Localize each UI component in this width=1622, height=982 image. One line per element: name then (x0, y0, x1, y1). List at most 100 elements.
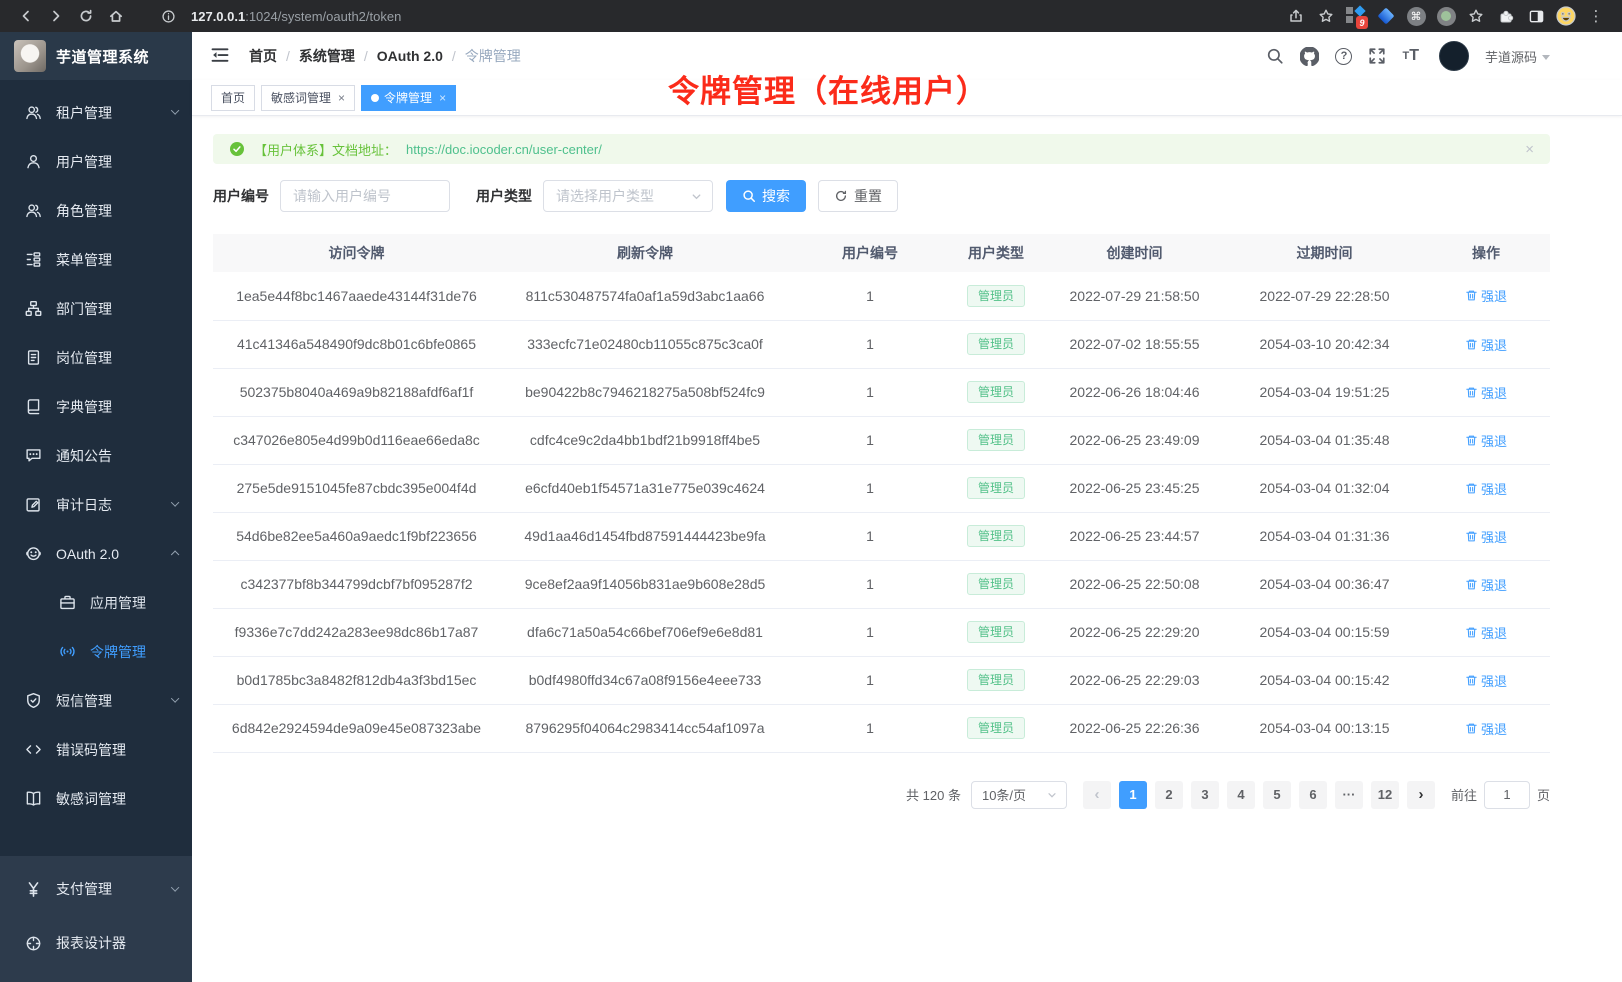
sidebar-item-errcode[interactable]: 错误码管理 (0, 725, 192, 774)
page-button-6[interactable]: 6 (1299, 781, 1327, 809)
force-logout-button[interactable]: 强退 (1465, 431, 1507, 450)
force-logout-button[interactable]: 强退 (1465, 286, 1507, 305)
cell-user-type: 管理员 (950, 560, 1042, 608)
more-pages-button[interactable]: ··· (1335, 781, 1363, 809)
next-page-button[interactable]: › (1407, 781, 1435, 809)
active-dot-icon (371, 94, 379, 102)
force-logout-button[interactable]: 强退 (1465, 527, 1507, 546)
sidebar-item-report[interactable]: 报表设计器 (0, 916, 192, 970)
help-icon[interactable]: ? (1335, 48, 1352, 65)
sidebar-item-dict[interactable]: 字典管理 (0, 382, 192, 431)
page-buttons: ‹ 123456···12› (1083, 781, 1435, 809)
sidebar-item-app[interactable]: 应用管理 (0, 578, 192, 627)
cell-actions: 强退 (1422, 560, 1550, 608)
tab-token-management[interactable]: 令牌管理× (361, 85, 456, 111)
font-size-icon[interactable]: TT (1402, 48, 1419, 64)
force-logout-button[interactable]: 强退 (1465, 479, 1507, 498)
alert-close-icon[interactable]: × (1525, 141, 1534, 158)
page-button-1[interactable]: 1 (1119, 781, 1147, 809)
address-bar[interactable]: 127.0.0.1:1024/system/oauth2/token (191, 9, 401, 24)
page-button-12[interactable]: 12 (1371, 781, 1399, 809)
page-button-4[interactable]: 4 (1227, 781, 1255, 809)
gem-extension-icon[interactable] (1372, 2, 1400, 30)
green-star-extension-icon[interactable] (1462, 2, 1490, 30)
cell-refresh-token: dfa6c71a50a54c66bef706ef9e6e8d81 (500, 608, 790, 656)
browser-reload-icon[interactable] (72, 2, 100, 30)
sidebar-item-oauth[interactable]: OAuth 2.0 (0, 529, 192, 578)
filter-form: 用户编号 用户类型 请选择用户类型 搜索 重置 (213, 180, 1550, 212)
app-logo-row[interactable]: 芋道管理系统 (0, 32, 192, 80)
sidebar-item-notice[interactable]: 通知公告 (0, 431, 192, 480)
user-type-tag: 管理员 (967, 621, 1025, 643)
sidebar-item-post[interactable]: 岗位管理 (0, 333, 192, 382)
breadcrumb-home[interactable]: 首页 (249, 46, 277, 66)
sidebar-item-tenant[interactable]: 租户管理 (0, 88, 192, 137)
prev-page-button[interactable]: ‹ (1083, 781, 1111, 809)
sidebar-item-menu[interactable]: 菜单管理 (0, 235, 192, 284)
force-logout-button[interactable]: 强退 (1465, 623, 1507, 642)
browser-back-icon[interactable] (12, 2, 40, 30)
sidebar-item-sensitive[interactable]: 敏感词管理 (0, 774, 192, 823)
sidebar-item-pay[interactable]: 支付管理 (0, 862, 192, 916)
breadcrumb-system[interactable]: 系统管理 (299, 46, 355, 66)
sidebar-item-log[interactable]: 审计日志 (0, 480, 192, 529)
col-created-time: 创建时间 (1042, 234, 1227, 272)
page-size-select[interactable]: 10条/页 (971, 781, 1067, 809)
puzzle-extension-icon[interactable] (1492, 2, 1520, 30)
user-id-input[interactable] (280, 180, 450, 212)
table-row: 6d842e2924594de9a09e45e087323abe 8796295… (213, 704, 1550, 752)
cell-actions: 强退 (1422, 320, 1550, 368)
github-icon[interactable] (1300, 47, 1319, 66)
sidebar-item-sms[interactable]: 短信管理 (0, 676, 192, 725)
record-extension-icon[interactable] (1432, 2, 1460, 30)
force-logout-button[interactable]: 强退 (1465, 335, 1507, 354)
share-icon[interactable] (1282, 2, 1310, 30)
site-info-icon[interactable] (154, 2, 182, 30)
sidebar-item-user[interactable]: 用户管理 (0, 137, 192, 186)
browser-menu-icon[interactable]: ⋮ (1582, 2, 1610, 30)
sidebar-item-role[interactable]: 角色管理 (0, 186, 192, 235)
sidebar: 芋道管理系统 租户管理 用户管理 角色管理 菜单管理 部门管理 岗位管理 字典管… (0, 32, 192, 982)
force-logout-button[interactable]: 强退 (1465, 575, 1507, 594)
page-button-2[interactable]: 2 (1155, 781, 1183, 809)
cell-access-token: 275e5de9151045fe87cbdc395e004f4d (213, 464, 500, 512)
cell-access-token: f9336e7c7dd242a283ee98dc86b17a87 (213, 608, 500, 656)
goto-page-input[interactable] (1484, 781, 1530, 809)
user-avatar[interactable] (1439, 41, 1469, 71)
close-icon[interactable]: × (338, 92, 345, 104)
col-actions: 操作 (1422, 234, 1550, 272)
force-logout-button[interactable]: 强退 (1465, 719, 1507, 738)
search-icon[interactable] (1266, 47, 1284, 65)
refresh-icon (834, 189, 848, 203)
main-area: 首页/ 系统管理/ OAuth 2.0/ 令牌管理 ? TT 芋道源码 首页 (192, 32, 1622, 982)
cell-refresh-token: cdfc4ce9c2da4bb1bdf21b9918ff4be5 (500, 416, 790, 464)
sidebar-panel-icon[interactable] (1522, 2, 1550, 30)
sidebar-item-token[interactable]: 令牌管理 (0, 627, 192, 676)
tab-home[interactable]: 首页 (211, 85, 255, 111)
search-button[interactable]: 搜索 (726, 180, 806, 212)
close-icon[interactable]: × (439, 92, 446, 104)
browser-home-icon[interactable] (102, 2, 130, 30)
force-logout-button[interactable]: 强退 (1465, 671, 1507, 690)
browser-forward-icon[interactable] (42, 2, 70, 30)
bookmark-star-icon[interactable] (1312, 2, 1340, 30)
cell-user-id: 1 (790, 368, 950, 416)
sidebar-item-dept[interactable]: 部门管理 (0, 284, 192, 333)
page-button-5[interactable]: 5 (1263, 781, 1291, 809)
user-type-select[interactable]: 请选择用户类型 (543, 180, 713, 212)
reset-button[interactable]: 重置 (818, 180, 898, 212)
cell-created-time: 2022-06-25 22:29:03 (1042, 656, 1227, 704)
force-logout-button[interactable]: 强退 (1465, 383, 1507, 402)
fullscreen-icon[interactable] (1368, 47, 1386, 65)
page-button-3[interactable]: 3 (1191, 781, 1219, 809)
emoji-avatar-icon[interactable] (1552, 2, 1580, 30)
dept-icon (24, 300, 42, 318)
extension-blocks-icon[interactable]: 9 (1342, 2, 1370, 30)
collapse-sidebar-icon[interactable] (210, 45, 232, 67)
user-menu[interactable]: 芋道源码 (1485, 47, 1550, 66)
breadcrumb-oauth[interactable]: OAuth 2.0 (377, 48, 443, 64)
command-extension-icon[interactable]: ⌘ (1402, 2, 1430, 30)
tab-sensitive-words[interactable]: 敏感词管理× (261, 85, 355, 111)
user-type-tag: 管理员 (967, 477, 1025, 499)
doc-link[interactable]: https://doc.iocoder.cn/user-center/ (406, 142, 602, 157)
